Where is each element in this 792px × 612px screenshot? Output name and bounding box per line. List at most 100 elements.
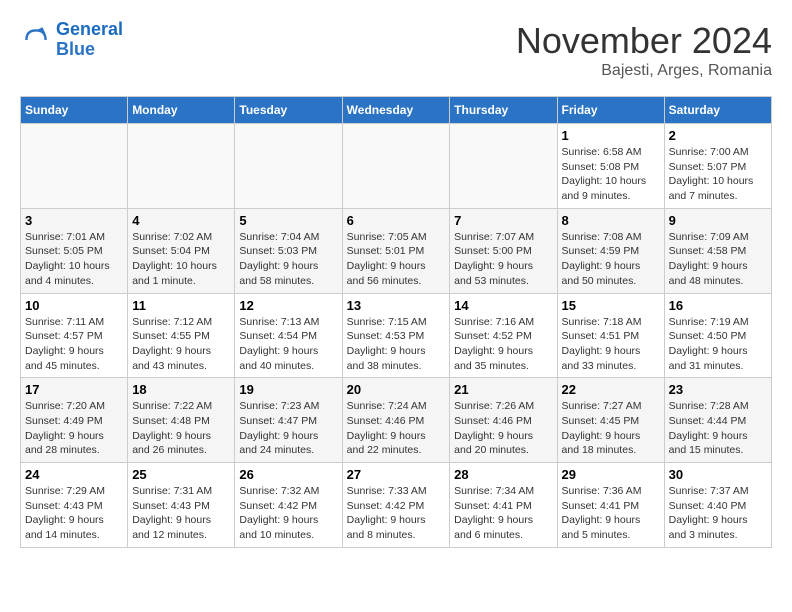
day-info: Sunrise: 7:37 AM Sunset: 4:40 PM Dayligh… bbox=[669, 484, 767, 543]
day-number: 5 bbox=[239, 213, 337, 228]
day-number: 6 bbox=[347, 213, 446, 228]
calendar-week-row: 17 Sunrise: 7:20 AM Sunset: 4:49 PM Dayli… bbox=[21, 378, 772, 463]
page-header: General Blue November 2024 Bajesti, Arge… bbox=[20, 20, 772, 80]
day-number: 30 bbox=[669, 467, 767, 482]
calendar-week-row: 10 Sunrise: 7:11 AM Sunset: 4:57 PM Dayli… bbox=[21, 293, 772, 378]
day-number: 19 bbox=[239, 382, 337, 397]
calendar-cell: 28Sunrise: 7:34 AM Sunset: 4:41 PM Dayli… bbox=[450, 463, 557, 548]
day-number: 7 bbox=[454, 213, 552, 228]
day-info: Sunrise: 7:08 AM Sunset: 4:59 PM Dayligh… bbox=[562, 230, 660, 289]
calendar-cell bbox=[235, 124, 342, 209]
weekday-header: Tuesday bbox=[235, 97, 342, 124]
header-row: SundayMondayTuesdayWednesdayThursdayFrid… bbox=[21, 97, 772, 124]
calendar-cell: 24 Sunrise: 7:29 AM Sunset: 4:43 PM Dayli… bbox=[21, 463, 128, 548]
weekday-header: Saturday bbox=[664, 97, 771, 124]
day-number: 18 bbox=[132, 382, 230, 397]
weekday-header: Thursday bbox=[450, 97, 557, 124]
day-info: Sunrise: 7:07 AM Sunset: 5:00 PM Dayligh… bbox=[454, 230, 552, 289]
day-number: 27 bbox=[347, 467, 446, 482]
day-number: 15 bbox=[562, 298, 660, 313]
calendar-cell: 22 Sunrise: 7:27 AM Sunset: 4:45 PM Dayli… bbox=[557, 378, 664, 463]
day-info: Sunrise: 7:29 AM Sunset: 4:43 PM Dayligh… bbox=[25, 484, 123, 543]
weekday-header: Friday bbox=[557, 97, 664, 124]
logo-general: General bbox=[56, 19, 123, 39]
weekday-header: Monday bbox=[128, 97, 235, 124]
calendar-cell: 9 Sunrise: 7:09 AM Sunset: 4:58 PM Daylig… bbox=[664, 208, 771, 293]
day-number: 8 bbox=[562, 213, 660, 228]
day-number: 22 bbox=[562, 382, 660, 397]
calendar-table: SundayMondayTuesdayWednesdayThursdayFrid… bbox=[20, 96, 772, 548]
day-number: 24 bbox=[25, 467, 123, 482]
day-number: 3 bbox=[25, 213, 123, 228]
day-number: 2 bbox=[669, 128, 767, 143]
day-number: 29 bbox=[562, 467, 660, 482]
day-info: Sunrise: 7:24 AM Sunset: 4:46 PM Dayligh… bbox=[347, 399, 446, 458]
calendar-cell bbox=[342, 124, 450, 209]
day-info: Sunrise: 7:36 AM Sunset: 4:41 PM Dayligh… bbox=[562, 484, 660, 543]
day-number: 12 bbox=[239, 298, 337, 313]
calendar-cell: 21Sunrise: 7:26 AM Sunset: 4:46 PM Dayli… bbox=[450, 378, 557, 463]
calendar-cell: 17 Sunrise: 7:20 AM Sunset: 4:49 PM Dayli… bbox=[21, 378, 128, 463]
day-number: 4 bbox=[132, 213, 230, 228]
day-number: 1 bbox=[562, 128, 660, 143]
month-title: November 2024 bbox=[516, 20, 772, 62]
calendar-cell: 11 Sunrise: 7:12 AM Sunset: 4:55 PM Dayli… bbox=[128, 293, 235, 378]
day-info: Sunrise: 7:15 AM Sunset: 4:53 PM Dayligh… bbox=[347, 315, 446, 374]
calendar-cell: 23Sunrise: 7:28 AM Sunset: 4:44 PM Dayli… bbox=[664, 378, 771, 463]
calendar-cell: 12Sunrise: 7:13 AM Sunset: 4:54 PM Dayli… bbox=[235, 293, 342, 378]
day-number: 17 bbox=[25, 382, 123, 397]
calendar-cell: 29 Sunrise: 7:36 AM Sunset: 4:41 PM Dayli… bbox=[557, 463, 664, 548]
calendar-cell: 5 Sunrise: 7:04 AM Sunset: 5:03 PM Daylig… bbox=[235, 208, 342, 293]
logo-blue: Blue bbox=[56, 40, 123, 60]
day-number: 21 bbox=[454, 382, 552, 397]
day-info: Sunrise: 7:04 AM Sunset: 5:03 PM Dayligh… bbox=[239, 230, 337, 289]
calendar-week-row: 3 Sunrise: 7:01 AM Sunset: 5:05 PM Daylig… bbox=[21, 208, 772, 293]
calendar-cell: 3 Sunrise: 7:01 AM Sunset: 5:05 PM Daylig… bbox=[21, 208, 128, 293]
calendar-cell: 18 Sunrise: 7:22 AM Sunset: 4:48 PM Dayli… bbox=[128, 378, 235, 463]
calendar-cell: 2Sunrise: 7:00 AM Sunset: 5:07 PM Daylig… bbox=[664, 124, 771, 209]
day-info: Sunrise: 7:27 AM Sunset: 4:45 PM Dayligh… bbox=[562, 399, 660, 458]
day-info: Sunrise: 7:02 AM Sunset: 5:04 PM Dayligh… bbox=[132, 230, 230, 289]
calendar-cell bbox=[21, 124, 128, 209]
day-info: Sunrise: 7:11 AM Sunset: 4:57 PM Dayligh… bbox=[25, 315, 123, 374]
day-number: 10 bbox=[25, 298, 123, 313]
day-info: Sunrise: 7:31 AM Sunset: 4:43 PM Dayligh… bbox=[132, 484, 230, 543]
day-info: Sunrise: 7:32 AM Sunset: 4:42 PM Dayligh… bbox=[239, 484, 337, 543]
calendar-cell: 20Sunrise: 7:24 AM Sunset: 4:46 PM Dayli… bbox=[342, 378, 450, 463]
day-number: 9 bbox=[669, 213, 767, 228]
calendar-cell: 15Sunrise: 7:18 AM Sunset: 4:51 PM Dayli… bbox=[557, 293, 664, 378]
calendar-cell: 19Sunrise: 7:23 AM Sunset: 4:47 PM Dayli… bbox=[235, 378, 342, 463]
day-number: 14 bbox=[454, 298, 552, 313]
weekday-header: Sunday bbox=[21, 97, 128, 124]
calendar-body: 1 Sunrise: 6:58 AM Sunset: 5:08 PM Daylig… bbox=[21, 124, 772, 548]
calendar-cell bbox=[128, 124, 235, 209]
day-number: 11 bbox=[132, 298, 230, 313]
day-info: Sunrise: 7:09 AM Sunset: 4:58 PM Dayligh… bbox=[669, 230, 767, 289]
logo-text: General Blue bbox=[56, 20, 123, 60]
day-info: Sunrise: 7:28 AM Sunset: 4:44 PM Dayligh… bbox=[669, 399, 767, 458]
day-info: Sunrise: 6:58 AM Sunset: 5:08 PM Dayligh… bbox=[562, 145, 660, 204]
calendar-cell: 25Sunrise: 7:31 AM Sunset: 4:43 PM Dayli… bbox=[128, 463, 235, 548]
title-area: November 2024 Bajesti, Arges, Romania bbox=[516, 20, 772, 80]
location-title: Bajesti, Arges, Romania bbox=[516, 62, 772, 80]
day-info: Sunrise: 7:12 AM Sunset: 4:55 PM Dayligh… bbox=[132, 315, 230, 374]
calendar-cell: 26 Sunrise: 7:32 AM Sunset: 4:42 PM Dayli… bbox=[235, 463, 342, 548]
day-number: 26 bbox=[239, 467, 337, 482]
calendar-cell: 30 Sunrise: 7:37 AM Sunset: 4:40 PM Dayli… bbox=[664, 463, 771, 548]
calendar-cell: 7 Sunrise: 7:07 AM Sunset: 5:00 PM Daylig… bbox=[450, 208, 557, 293]
day-info: Sunrise: 7:22 AM Sunset: 4:48 PM Dayligh… bbox=[132, 399, 230, 458]
day-info: Sunrise: 7:20 AM Sunset: 4:49 PM Dayligh… bbox=[25, 399, 123, 458]
day-info: Sunrise: 7:01 AM Sunset: 5:05 PM Dayligh… bbox=[25, 230, 123, 289]
calendar-cell: 14 Sunrise: 7:16 AM Sunset: 4:52 PM Dayli… bbox=[450, 293, 557, 378]
logo-icon bbox=[20, 24, 52, 56]
day-info: Sunrise: 7:16 AM Sunset: 4:52 PM Dayligh… bbox=[454, 315, 552, 374]
day-info: Sunrise: 7:05 AM Sunset: 5:01 PM Dayligh… bbox=[347, 230, 446, 289]
day-info: Sunrise: 7:33 AM Sunset: 4:42 PM Dayligh… bbox=[347, 484, 446, 543]
day-info: Sunrise: 7:19 AM Sunset: 4:50 PM Dayligh… bbox=[669, 315, 767, 374]
logo: General Blue bbox=[20, 20, 123, 60]
calendar-cell: 13 Sunrise: 7:15 AM Sunset: 4:53 PM Dayli… bbox=[342, 293, 450, 378]
calendar-week-row: 1 Sunrise: 6:58 AM Sunset: 5:08 PM Daylig… bbox=[21, 124, 772, 209]
day-number: 13 bbox=[347, 298, 446, 313]
calendar-cell: 27 Sunrise: 7:33 AM Sunset: 4:42 PM Dayli… bbox=[342, 463, 450, 548]
calendar-cell: 6 Sunrise: 7:05 AM Sunset: 5:01 PM Daylig… bbox=[342, 208, 450, 293]
